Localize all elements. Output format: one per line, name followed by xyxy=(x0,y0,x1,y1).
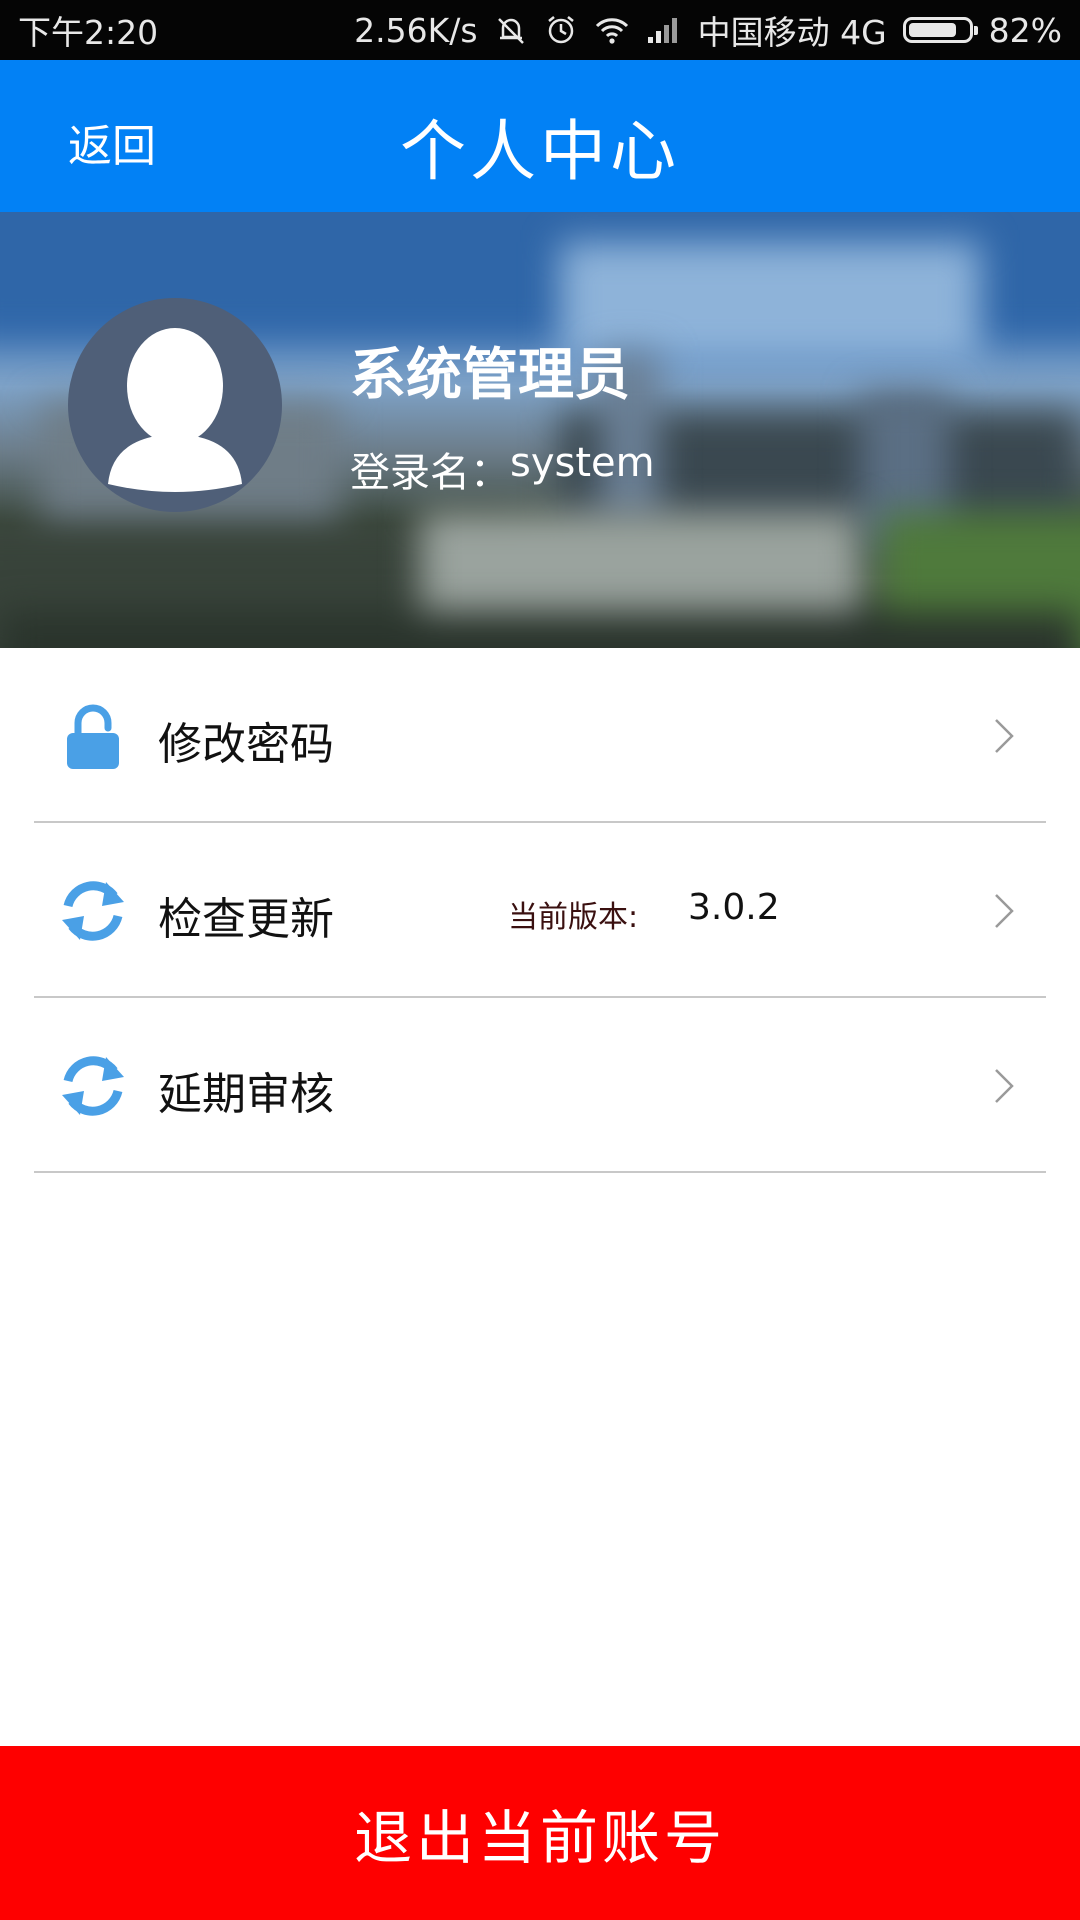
menu-item-label: 修改密码 xyxy=(158,719,334,770)
alarm-icon xyxy=(544,13,578,47)
status-bar: 下午2:20 2.56K/s 中国移动 4G 82% xyxy=(0,0,1080,60)
network-speed: 2.56K/s xyxy=(354,10,478,50)
wifi-icon xyxy=(594,15,630,45)
menu-item-label: 延期审核 xyxy=(158,1069,334,1120)
status-time: 下午2:20 xyxy=(18,13,159,52)
chevron-right-icon xyxy=(992,891,1016,931)
current-version-label: 当前版本: xyxy=(508,900,639,935)
refresh-icon xyxy=(58,1051,128,1121)
menu-item-change-password[interactable]: 修改密码 xyxy=(0,648,1080,823)
chevron-right-icon xyxy=(992,716,1016,756)
menu-item-label: 检查更新 xyxy=(158,894,334,945)
menu-item-extension-review[interactable]: 延期审核 xyxy=(0,998,1080,1173)
login-name-row: 登录名： system xyxy=(350,440,655,498)
current-version-value: 3.0.2 xyxy=(688,887,780,928)
settings-menu: 修改密码 检查更新 当前版本: 3.0.2 延期审核 xyxy=(0,648,1080,1173)
avatar[interactable] xyxy=(68,298,282,512)
top-nav-bar: 返回 个人中心 xyxy=(0,60,1080,212)
login-name-label: 登录名： xyxy=(350,450,510,496)
menu-item-check-update[interactable]: 检查更新 当前版本: 3.0.2 xyxy=(0,823,1080,998)
lock-icon xyxy=(58,701,128,771)
login-name-value: system xyxy=(510,440,655,486)
divider xyxy=(34,1171,1046,1173)
mute-icon xyxy=(494,13,528,47)
signal-icon xyxy=(646,15,682,45)
profile-banner: 系统管理员 登录名： system xyxy=(0,212,1080,648)
battery-icon xyxy=(902,17,978,43)
chevron-right-icon xyxy=(992,1066,1016,1106)
user-display-name: 系统管理员 xyxy=(350,343,630,408)
person-silhouette-icon xyxy=(108,328,242,492)
page-title: 个人中心 xyxy=(400,113,680,190)
logout-button[interactable]: 退出当前账号 xyxy=(0,1746,1080,1920)
refresh-icon xyxy=(58,876,128,946)
carrier-label: 中国移动 4G xyxy=(697,13,887,52)
battery-percent: 82% xyxy=(988,10,1062,50)
